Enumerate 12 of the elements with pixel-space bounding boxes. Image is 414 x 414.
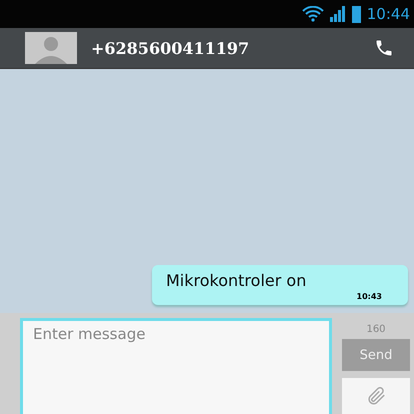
- battery-icon: [352, 5, 361, 23]
- message-input[interactable]: Enter message: [20, 318, 332, 414]
- wifi-icon: [302, 6, 324, 22]
- contact-number: +6285600411197: [91, 38, 250, 58]
- message-time: 10:43: [356, 292, 382, 301]
- send-button[interactable]: Send: [342, 339, 410, 371]
- signal-icon: [330, 6, 346, 22]
- avatar-icon: [25, 32, 77, 64]
- message-text: Mikrokontroler on: [166, 271, 308, 290]
- character-counter: 160: [365, 324, 387, 335]
- status-time: 10:44: [366, 5, 410, 23]
- phone-icon[interactable]: [374, 38, 394, 58]
